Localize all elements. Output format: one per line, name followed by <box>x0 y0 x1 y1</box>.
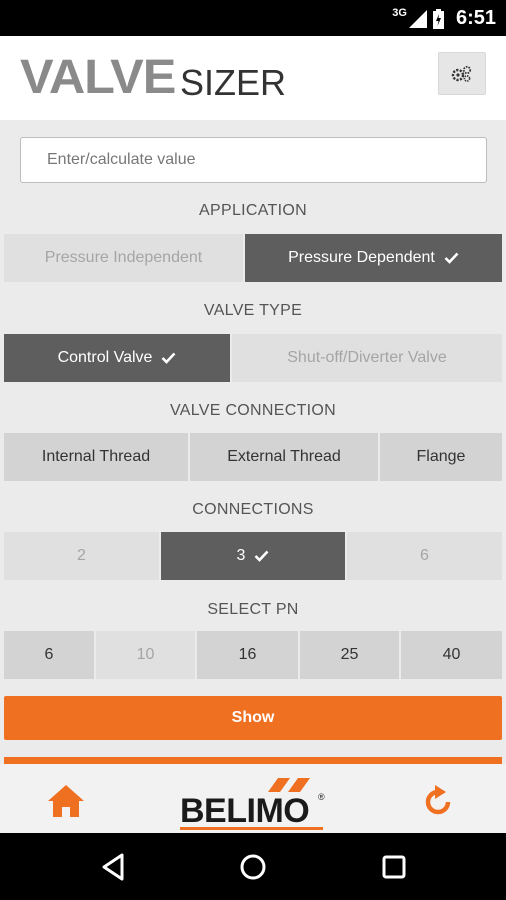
option-label: Flange <box>416 448 466 465</box>
option-pn-16[interactable]: 16 <box>197 631 298 679</box>
brand-name: BELIMO <box>180 792 310 830</box>
valve-type-title: VALVE TYPE <box>203 302 303 319</box>
option-connections-3[interactable]: 3 <box>161 532 345 580</box>
partially-visible-button <box>4 757 502 764</box>
option-internal-thread[interactable]: Internal Thread <box>4 433 188 481</box>
back-icon[interactable] <box>98 851 130 883</box>
checkmark-icon <box>444 252 459 264</box>
option-pn-40[interactable]: 40 <box>401 631 502 679</box>
brand-underline <box>180 827 323 830</box>
option-label: 16 <box>238 646 257 663</box>
belimo-logo: BELIMO ® <box>180 778 328 832</box>
clock: 6:51 <box>455 7 496 29</box>
gears-icon <box>451 65 472 82</box>
option-control-valve[interactable]: Control Valve <box>4 334 230 382</box>
option-connections-2[interactable]: 2 <box>4 532 159 580</box>
settings-button[interactable] <box>438 52 486 95</box>
refresh-button[interactable] <box>420 784 456 820</box>
app-header: VALVE SIZER <box>0 36 506 120</box>
connections-title: CONNECTIONS <box>192 501 314 518</box>
option-pressure-independent[interactable]: Pressure Independent <box>4 234 243 282</box>
home-nav-icon[interactable] <box>237 851 269 883</box>
option-label: 3 <box>236 547 246 564</box>
option-label: Shut-off/Diverter Valve <box>287 349 447 366</box>
option-label: Pressure Independent <box>44 249 203 266</box>
option-flange[interactable]: Flange <box>380 433 502 481</box>
logo-sizer: SIZER <box>180 62 287 103</box>
option-external-thread[interactable]: External Thread <box>190 433 378 481</box>
option-label: 40 <box>442 646 461 663</box>
checkmark-icon <box>161 352 176 364</box>
option-pn-10[interactable]: 10 <box>96 631 195 679</box>
status-bar: 3G 6:51 <box>0 0 506 36</box>
option-pn-6[interactable]: 6 <box>4 631 94 679</box>
home-icon <box>48 785 84 817</box>
network-type: 3G <box>392 6 407 19</box>
application-title: APPLICATION <box>199 202 307 219</box>
option-label: 2 <box>77 547 86 564</box>
battery-icon <box>432 8 444 29</box>
recents-icon[interactable] <box>378 851 410 883</box>
option-label: External Thread <box>227 448 341 465</box>
option-label: 6 <box>44 646 54 663</box>
signal-icon <box>408 9 427 28</box>
logo-valve: VALVE <box>20 51 176 104</box>
option-label: Control Valve <box>57 349 153 366</box>
option-label: Pressure Dependent <box>288 249 435 266</box>
show-button[interactable]: Show <box>4 696 502 740</box>
option-label: 25 <box>340 646 359 663</box>
checkmark-icon <box>254 550 269 562</box>
option-label: 6 <box>420 547 429 564</box>
option-pn-25[interactable]: 25 <box>300 631 399 679</box>
value-input[interactable] <box>20 137 487 183</box>
option-pressure-dependent[interactable]: Pressure Dependent <box>245 234 502 282</box>
option-connections-6[interactable]: 6 <box>347 532 502 580</box>
select-pn-title: SELECT PN <box>207 601 299 618</box>
option-label: Internal Thread <box>41 448 151 465</box>
valve-connection-title: VALVE CONNECTION <box>169 402 336 419</box>
option-label: 10 <box>136 646 155 663</box>
main-content: APPLICATION Pressure Independent Pressur… <box>0 120 506 764</box>
home-button[interactable] <box>46 784 86 818</box>
bottom-bar: BELIMO ® <box>0 764 506 833</box>
registered-mark: ® <box>318 792 325 802</box>
system-nav-bar <box>0 833 506 900</box>
option-shutoff-diverter-valve[interactable]: Shut-off/Diverter Valve <box>232 334 502 382</box>
refresh-icon <box>425 785 451 815</box>
